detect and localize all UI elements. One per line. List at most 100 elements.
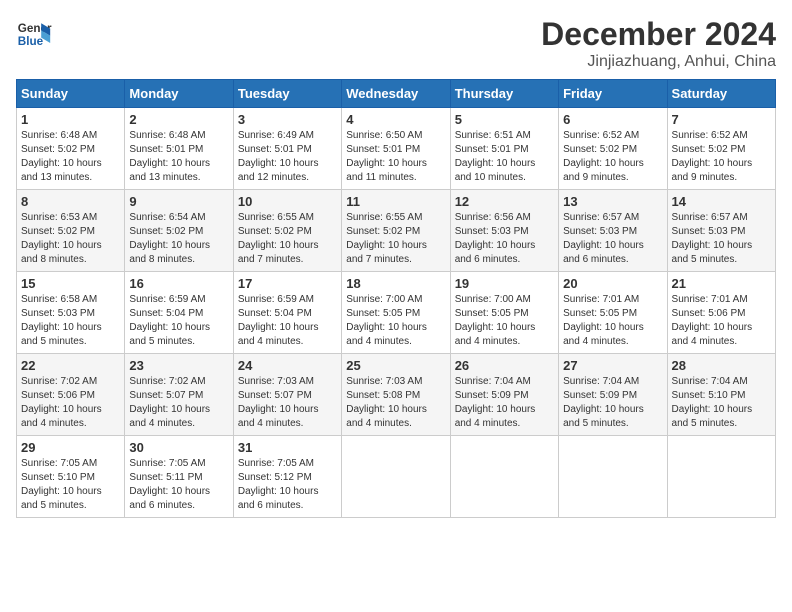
day-info: Sunrise: 7:05 AMSunset: 5:11 PMDaylight:… [129,457,228,513]
day-info: Sunrise: 7:00 AMSunset: 5:05 PMDaylight:… [455,293,554,349]
month-title: December 2024 [541,16,776,53]
day-info: Sunrise: 6:59 AMSunset: 5:04 PMDaylight:… [238,293,337,349]
day-number: 12 [455,194,554,209]
calendar-cell: 9 Sunrise: 6:54 AMSunset: 5:02 PMDaylight… [125,190,233,272]
header-row: SundayMondayTuesdayWednesdayThursdayFrid… [17,80,776,108]
day-number: 16 [129,276,228,291]
day-info: Sunrise: 6:51 AMSunset: 5:01 PMDaylight:… [455,129,554,185]
day-info: Sunrise: 6:57 AMSunset: 5:03 PMDaylight:… [563,211,662,267]
day-number: 2 [129,112,228,127]
day-number: 13 [563,194,662,209]
header-cell-wednesday: Wednesday [342,80,450,108]
calendar-row: 15 Sunrise: 6:58 AMSunset: 5:03 PMDayligh… [17,272,776,354]
day-number: 4 [346,112,445,127]
calendar-cell: 30 Sunrise: 7:05 AMSunset: 5:11 PMDayligh… [125,436,233,518]
day-number: 25 [346,358,445,373]
day-number: 27 [563,358,662,373]
day-info: Sunrise: 7:01 AMSunset: 5:05 PMDaylight:… [563,293,662,349]
day-number: 14 [672,194,771,209]
calendar-cell: 25 Sunrise: 7:03 AMSunset: 5:08 PMDayligh… [342,354,450,436]
header-cell-saturday: Saturday [667,80,775,108]
calendar-cell: 26 Sunrise: 7:04 AMSunset: 5:09 PMDayligh… [450,354,558,436]
svg-text:Blue: Blue [18,35,44,48]
day-info: Sunrise: 6:54 AMSunset: 5:02 PMDaylight:… [129,211,228,267]
day-number: 30 [129,440,228,455]
calendar-cell: 18 Sunrise: 7:00 AMSunset: 5:05 PMDayligh… [342,272,450,354]
calendar-row: 1Sunrise: 6:48 AMSunset: 5:02 PMDaylight… [17,108,776,190]
day-number: 21 [672,276,771,291]
day-number: 24 [238,358,337,373]
day-info: Sunrise: 6:59 AMSunset: 5:04 PMDaylight:… [129,293,228,349]
calendar-cell: 27 Sunrise: 7:04 AMSunset: 5:09 PMDayligh… [559,354,667,436]
day-info: Sunrise: 7:03 AMSunset: 5:07 PMDaylight:… [238,375,337,431]
day-info: Sunrise: 6:48 AMSunset: 5:01 PMDaylight:… [129,129,228,185]
logo-icon: General Blue [16,16,52,52]
day-number: 15 [21,276,120,291]
day-number: 26 [455,358,554,373]
calendar-cell: 6Sunrise: 6:52 AMSunset: 5:02 PMDaylight… [559,108,667,190]
day-number: 22 [21,358,120,373]
day-number: 11 [346,194,445,209]
calendar-cell: 13 Sunrise: 6:57 AMSunset: 5:03 PMDayligh… [559,190,667,272]
calendar-cell: 10Sunrise: 6:55 AMSunset: 5:02 PMDayligh… [233,190,341,272]
header-cell-friday: Friday [559,80,667,108]
day-number: 23 [129,358,228,373]
day-number: 8 [21,194,120,209]
header: General Blue December 2024 Jinjiazhuang,… [16,16,776,71]
header-cell-monday: Monday [125,80,233,108]
calendar-cell: 15 Sunrise: 6:58 AMSunset: 5:03 PMDayligh… [17,272,125,354]
day-number: 29 [21,440,120,455]
calendar-cell: 29Sunrise: 7:05 AMSunset: 5:10 PMDayligh… [17,436,125,518]
calendar-cell: 16 Sunrise: 6:59 AMSunset: 5:04 PMDayligh… [125,272,233,354]
day-info: Sunrise: 7:02 AMSunset: 5:07 PMDaylight:… [129,375,228,431]
day-info: Sunrise: 6:50 AMSunset: 5:01 PMDaylight:… [346,129,445,185]
calendar-cell: 4 Sunrise: 6:50 AMSunset: 5:01 PMDaylight… [342,108,450,190]
day-info: Sunrise: 7:04 AMSunset: 5:09 PMDaylight:… [455,375,554,431]
calendar-cell: 20Sunrise: 7:01 AMSunset: 5:05 PMDayligh… [559,272,667,354]
day-number: 31 [238,440,337,455]
day-info: Sunrise: 7:01 AMSunset: 5:06 PMDaylight:… [672,293,771,349]
day-number: 28 [672,358,771,373]
day-info: Sunrise: 6:49 AMSunset: 5:01 PMDaylight:… [238,129,337,185]
calendar-cell: 1Sunrise: 6:48 AMSunset: 5:02 PMDaylight… [17,108,125,190]
day-info: Sunrise: 7:04 AMSunset: 5:10 PMDaylight:… [672,375,771,431]
day-info: Sunrise: 6:52 AMSunset: 5:02 PMDaylight:… [563,129,662,185]
calendar-cell: 11 Sunrise: 6:55 AMSunset: 5:02 PMDayligh… [342,190,450,272]
logo: General Blue [16,16,52,52]
calendar-cell: 22Sunrise: 7:02 AMSunset: 5:06 PMDayligh… [17,354,125,436]
day-info: Sunrise: 7:00 AMSunset: 5:05 PMDaylight:… [346,293,445,349]
day-info: Sunrise: 7:03 AMSunset: 5:08 PMDaylight:… [346,375,445,431]
calendar-cell: 2 Sunrise: 6:48 AMSunset: 5:01 PMDaylight… [125,108,233,190]
day-number: 17 [238,276,337,291]
calendar-cell: 3Sunrise: 6:49 AMSunset: 5:01 PMDaylight… [233,108,341,190]
day-number: 18 [346,276,445,291]
day-info: Sunrise: 7:04 AMSunset: 5:09 PMDaylight:… [563,375,662,431]
calendar-cell: 8 Sunrise: 6:53 AMSunset: 5:02 PMDaylight… [17,190,125,272]
day-info: Sunrise: 7:05 AMSunset: 5:12 PMDaylight:… [238,457,337,513]
calendar-cell: 14Sunrise: 6:57 AMSunset: 5:03 PMDayligh… [667,190,775,272]
day-info: Sunrise: 6:52 AMSunset: 5:02 PMDaylight:… [672,129,771,185]
calendar-cell: 17 Sunrise: 6:59 AMSunset: 5:04 PMDayligh… [233,272,341,354]
title-area: December 2024 Jinjiazhuang, Anhui, China [541,16,776,71]
calendar-cell [450,436,558,518]
calendar-cell: 28 Sunrise: 7:04 AMSunset: 5:10 PMDayligh… [667,354,775,436]
calendar-cell: 23 Sunrise: 7:02 AMSunset: 5:07 PMDayligh… [125,354,233,436]
day-number: 7 [672,112,771,127]
calendar-cell: 7 Sunrise: 6:52 AMSunset: 5:02 PMDaylight… [667,108,775,190]
location-title: Jinjiazhuang, Anhui, China [541,53,776,71]
day-info: Sunrise: 6:58 AMSunset: 5:03 PMDaylight:… [21,293,120,349]
day-info: Sunrise: 6:55 AMSunset: 5:02 PMDaylight:… [238,211,337,267]
header-cell-thursday: Thursday [450,80,558,108]
calendar-row: 8 Sunrise: 6:53 AMSunset: 5:02 PMDaylight… [17,190,776,272]
calendar-cell: 24 Sunrise: 7:03 AMSunset: 5:07 PMDayligh… [233,354,341,436]
header-cell-sunday: Sunday [17,80,125,108]
calendar-cell: 12Sunrise: 6:56 AMSunset: 5:03 PMDayligh… [450,190,558,272]
day-info: Sunrise: 6:48 AMSunset: 5:02 PMDaylight:… [21,129,120,185]
calendar: SundayMondayTuesdayWednesdayThursdayFrid… [16,79,776,518]
day-info: Sunrise: 6:53 AMSunset: 5:02 PMDaylight:… [21,211,120,267]
day-number: 19 [455,276,554,291]
calendar-cell: 19 Sunrise: 7:00 AMSunset: 5:05 PMDayligh… [450,272,558,354]
calendar-cell: 21 Sunrise: 7:01 AMSunset: 5:06 PMDayligh… [667,272,775,354]
day-number: 9 [129,194,228,209]
day-info: Sunrise: 6:55 AMSunset: 5:02 PMDaylight:… [346,211,445,267]
